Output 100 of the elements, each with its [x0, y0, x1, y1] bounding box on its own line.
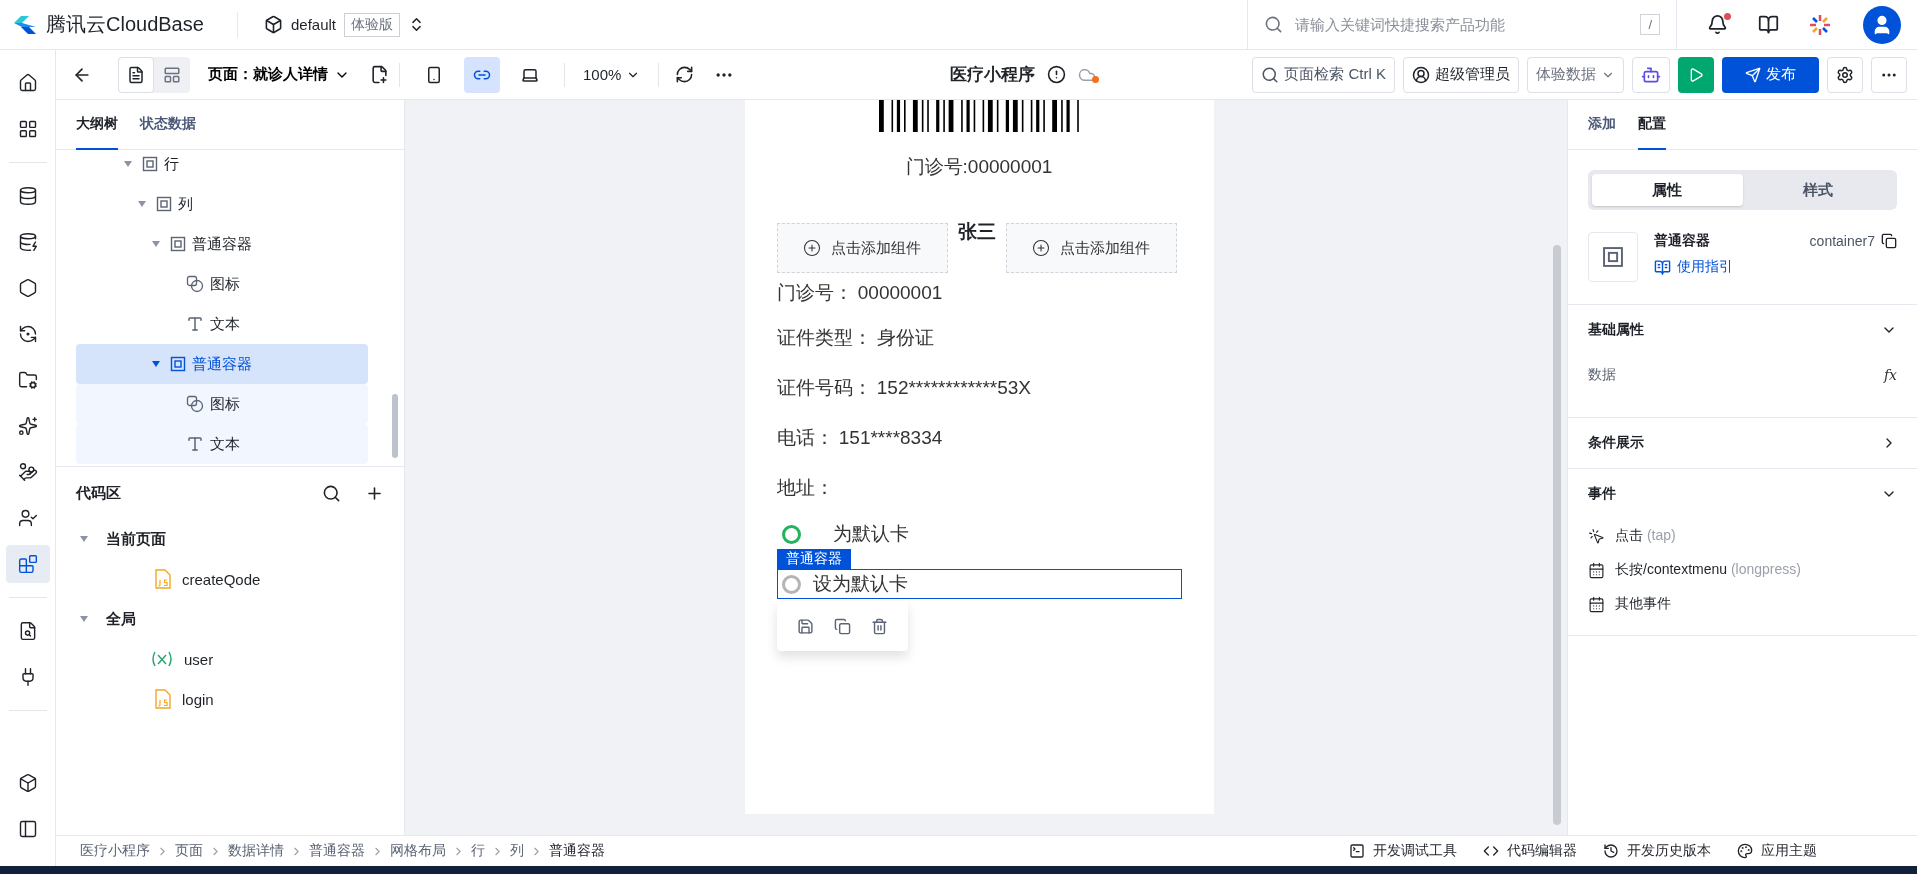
tree-item[interactable]: 图标 — [76, 264, 368, 304]
breadcrumb-item[interactable]: 普通容器 — [549, 842, 605, 860]
terminal-icon[interactable] — [1349, 843, 1365, 859]
tool-button[interactable]: 代码编辑器 — [1483, 842, 1577, 860]
sparkles-icon[interactable] — [17, 416, 38, 436]
breadcrumb-item[interactable]: 列 — [510, 842, 524, 860]
user-circle-icon[interactable] — [1412, 65, 1430, 84]
document-icon[interactable] — [127, 65, 145, 84]
code-icon[interactable] — [1483, 843, 1499, 859]
code-group[interactable]: 全局 — [56, 599, 404, 639]
book-icon[interactable] — [1654, 258, 1671, 276]
breadcrumb-item[interactable]: 数据详情 — [228, 842, 284, 860]
caret-icon[interactable] — [152, 361, 160, 367]
plus-circle-icon[interactable] — [803, 239, 821, 257]
palette-icon[interactable] — [1737, 843, 1753, 859]
tree-item[interactable]: 图标 — [76, 384, 368, 424]
tree-item[interactable]: 普通容器 — [76, 224, 368, 264]
section-header[interactable]: 事件 — [1588, 469, 1897, 519]
page-search-button[interactable]: 页面检索 Ctrl K — [1252, 56, 1395, 93]
rail-button[interactable] — [5, 545, 50, 583]
bell-icon[interactable] — [1707, 14, 1728, 35]
publish-button[interactable]: 发布 — [1722, 56, 1819, 93]
caret-icon[interactable] — [80, 536, 88, 542]
breadcrumb-item[interactable]: 网格布局 — [390, 842, 446, 860]
caret-icon[interactable] — [124, 161, 132, 167]
assistant-button[interactable] — [1632, 56, 1670, 93]
page-selector[interactable]: 页面：就诊人详情 — [202, 64, 356, 85]
breadcrumb-item[interactable]: 医疗小程序 — [80, 842, 150, 860]
zoom-dropdown[interactable]: 100% — [575, 56, 649, 93]
user-check-icon[interactable] — [17, 508, 38, 528]
code-item[interactable]: createQode — [56, 559, 404, 599]
sparkle-logo-icon[interactable] — [1809, 13, 1831, 36]
caret-icon[interactable] — [80, 616, 88, 622]
history-icon[interactable] — [1603, 843, 1619, 859]
selected-container[interactable]: 设为默认卡 — [776, 569, 1182, 599]
tree-item[interactable]: 文本 — [76, 304, 368, 344]
panel-icon[interactable] — [17, 819, 38, 839]
save-icon[interactable] — [796, 617, 814, 635]
code-item[interactable]: user — [56, 639, 404, 679]
radio-button[interactable] — [781, 574, 801, 594]
guide-link[interactable]: 使用指引 — [1654, 258, 1897, 276]
send-icon[interactable] — [1745, 66, 1761, 83]
box-icon[interactable] — [17, 773, 38, 793]
code-item[interactable]: login — [56, 679, 404, 719]
event-item[interactable]: 点击 (tap) — [1588, 519, 1897, 553]
role-button[interactable]: 超级管理员 — [1403, 56, 1519, 93]
search-icon[interactable] — [322, 483, 341, 503]
breadcrumb-item[interactable]: 行 — [471, 842, 485, 860]
event-item[interactable]: 长按/contextmenu (longpress) — [1588, 553, 1897, 587]
tree-item[interactable]: 行 — [76, 150, 368, 184]
tool-button[interactable]: 开发调试工具 — [1349, 842, 1457, 860]
calendar-icon[interactable] — [1588, 561, 1605, 579]
layout-mode-button[interactable] — [118, 56, 154, 93]
panel-tab[interactable]: 添加 — [1588, 100, 1616, 150]
pointer-click-icon[interactable] — [1588, 527, 1605, 545]
blocks-icon[interactable] — [17, 554, 38, 574]
layout-icon[interactable] — [163, 65, 181, 84]
segment-tab[interactable]: 属性 — [1592, 174, 1743, 206]
caret-icon[interactable] — [138, 201, 146, 207]
database-bolt-icon[interactable] — [17, 232, 38, 252]
add-component-slot[interactable]: 点击添加组件 — [1005, 223, 1177, 273]
grid-icon[interactable] — [17, 119, 38, 139]
radio-row[interactable]: 为默认卡 — [776, 519, 910, 549]
segment-tab[interactable]: 样式 — [1742, 174, 1893, 206]
event-item[interactable]: 其他事件 — [1588, 587, 1897, 621]
smartphone-icon[interactable] — [425, 65, 443, 84]
settings-button[interactable] — [1827, 56, 1863, 93]
plus-circle-icon[interactable] — [1032, 239, 1050, 257]
home-icon[interactable] — [17, 73, 38, 93]
scrollbar[interactable] — [1553, 245, 1561, 825]
delete-icon[interactable] — [870, 617, 888, 635]
play-icon[interactable] — [1688, 66, 1704, 83]
tree-item[interactable]: 普通容器 — [76, 344, 368, 384]
folder-gear-icon[interactable] — [17, 370, 38, 390]
database-icon[interactable] — [17, 186, 38, 206]
add-component-slot[interactable]: 点击添加组件 — [776, 223, 948, 273]
code-group[interactable]: 当前页面 — [56, 519, 404, 559]
hexagon-icon[interactable] — [17, 278, 38, 298]
panel-tab[interactable]: 配置 — [1638, 100, 1666, 150]
preview-button[interactable] — [1678, 56, 1714, 93]
tree-item[interactable]: 列 — [76, 184, 368, 224]
calendar-icon[interactable] — [1588, 595, 1605, 613]
settings-icon[interactable] — [1836, 65, 1854, 84]
avatar[interactable] — [1863, 5, 1901, 44]
sync-icon[interactable] — [17, 324, 38, 344]
book-icon[interactable] — [1758, 14, 1779, 35]
data-source-dropdown[interactable]: 体验数据 — [1527, 56, 1624, 93]
tool-button[interactable]: 开发历史版本 — [1603, 842, 1711, 860]
tool-button[interactable]: 应用主题 — [1737, 842, 1817, 860]
view-mode-button[interactable] — [464, 56, 500, 93]
formula-button[interactable]: fx — [1883, 367, 1897, 383]
caret-icon[interactable] — [152, 241, 160, 247]
section-header[interactable]: 条件展示 — [1588, 418, 1897, 468]
panel-tab[interactable]: 大纲树 — [76, 100, 118, 150]
radio-button[interactable] — [781, 524, 801, 544]
refresh-icon[interactable] — [675, 65, 695, 84]
panel-tab[interactable]: 状态数据 — [140, 100, 196, 150]
search-icon[interactable] — [1261, 65, 1280, 84]
copy-icon[interactable] — [1881, 233, 1897, 249]
add-page-icon[interactable] — [370, 65, 389, 84]
